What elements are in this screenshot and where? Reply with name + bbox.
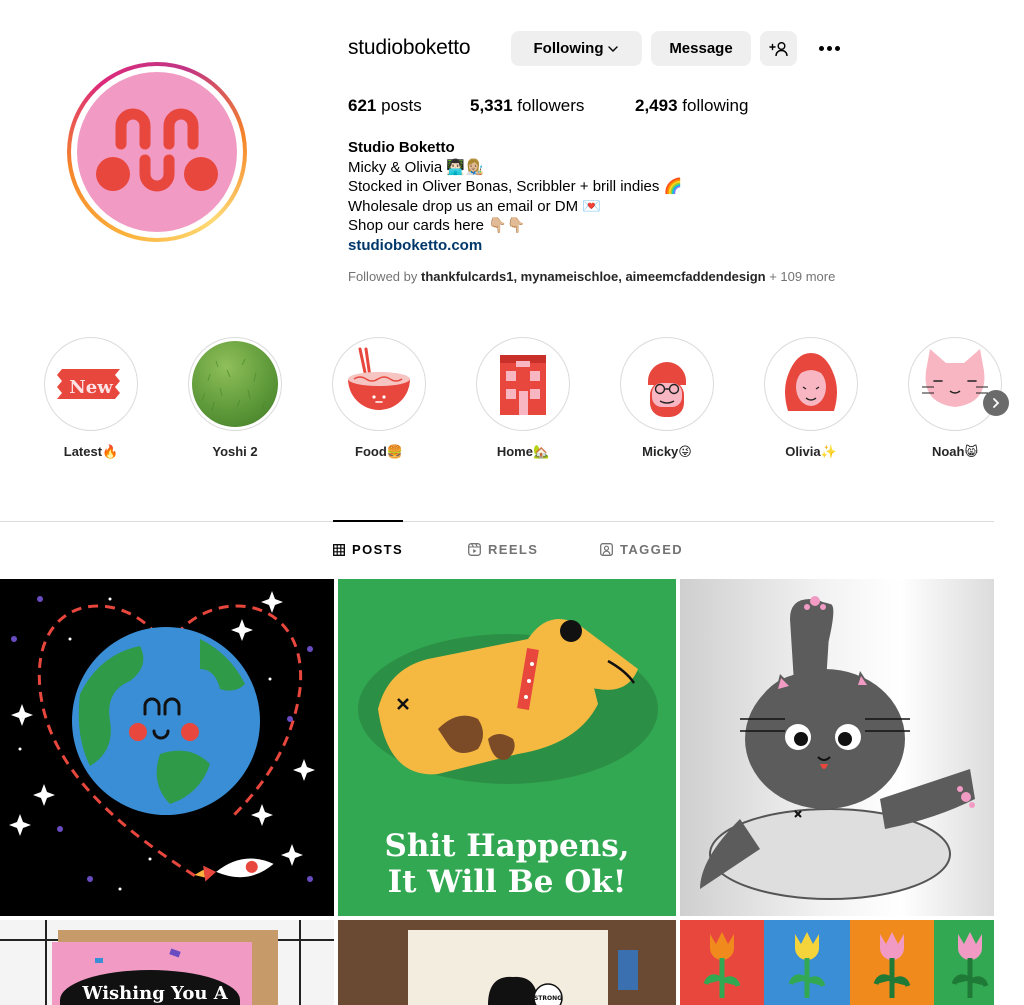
highlight-label: Latest🔥 <box>63 444 119 459</box>
house-image <box>500 355 546 415</box>
olivia-portrait-image <box>785 353 837 411</box>
more-icon-dot <box>826 45 832 51</box>
reels-icon <box>468 543 481 556</box>
highlight-latest[interactable]: New Latest🔥 <box>44 337 138 460</box>
tab-tagged[interactable]: TAGGED <box>600 542 683 557</box>
highlight-food[interactable]: Food🍔 <box>332 337 426 460</box>
more-options-button[interactable] <box>815 38 843 58</box>
grass-texture-image <box>201 358 266 412</box>
highlight-ring <box>188 337 282 431</box>
highlight-yoshi2[interactable]: Yoshi 2 <box>188 337 282 459</box>
followed-by-prefix: Followed by <box>348 269 421 284</box>
highlight-ring <box>620 337 714 431</box>
message-button[interactable]: Message <box>651 31 751 66</box>
highlight-ring <box>476 337 570 431</box>
followed-by-more: + 109 more <box>765 269 836 284</box>
grid-icon <box>333 543 345 556</box>
highlight-label: Micky😜 <box>642 444 692 459</box>
post-caption-line1: Shit Happens, <box>384 828 629 864</box>
card-photo: STRONG <box>408 930 638 1005</box>
tabs-divider <box>0 521 994 522</box>
boketto-face-logo <box>96 108 218 192</box>
bio-line: Micky & Olivia 👨🏻‍💻👩🏼‍🎨 <box>348 158 484 176</box>
avatar <box>77 72 237 232</box>
post-tulips[interactable] <box>680 920 994 1005</box>
message-button-label: Message <box>669 40 733 57</box>
profile-bio: Studio Boketto Micky & Olivia 👨🏻‍💻👩🏼‍🎨 S… <box>348 138 682 256</box>
following-count: 2,493 <box>635 96 678 115</box>
highlight-label: Home🏡 <box>496 444 550 459</box>
noah-cat-image <box>922 349 988 407</box>
highlight-cover <box>912 341 998 427</box>
profile-username: studioboketto <box>348 36 471 59</box>
highlight-cover <box>192 341 278 427</box>
dog-illustration: Shit Happens, It Will Be Ok! <box>358 619 658 900</box>
tagged-icon <box>600 543 613 556</box>
posts-count: 621 <box>348 96 377 115</box>
highlight-home[interactable]: Home🏡 <box>476 337 570 460</box>
followers-label: followers <box>517 96 585 115</box>
highlight-cover <box>480 341 566 427</box>
posts-stat: 621 posts <box>348 96 422 116</box>
highlight-cover <box>624 341 710 427</box>
following-button[interactable]: Following <box>511 31 642 66</box>
highlight-label: Noah😸 <box>931 444 979 459</box>
new-badge-image: New <box>57 369 120 399</box>
followers-count: 5,331 <box>470 96 513 115</box>
highlight-label: Food🍔 <box>355 444 403 459</box>
highlight-micky[interactable]: Micky😜 <box>620 337 714 460</box>
card-illustration: Wishing You A <box>0 920 334 1005</box>
micky-portrait-image <box>648 362 686 417</box>
tab-label: POSTS <box>352 542 404 557</box>
profile-avatar-ring[interactable] <box>67 62 247 242</box>
posts-label: posts <box>381 96 422 115</box>
following-button-label: Following <box>533 40 604 57</box>
highlight-ring: New <box>44 337 138 431</box>
add-person-icon <box>768 41 788 56</box>
ramen-bowl-image <box>348 347 410 410</box>
more-icon-dot <box>834 45 840 51</box>
following-stat-label: following <box>682 96 749 115</box>
bio-line: Wholesale drop us an email or DM 💌 <box>348 197 601 215</box>
tab-reels[interactable]: REELS <box>468 542 538 557</box>
following-stat[interactable]: 2,493 following <box>635 96 748 116</box>
tab-posts[interactable]: POSTS <box>333 542 403 557</box>
highlight-olivia[interactable]: Olivia✨ <box>764 337 858 460</box>
highlight-cover: New <box>48 341 134 427</box>
highlights-next-button[interactable] <box>983 390 1009 416</box>
highlight-cover <box>768 341 854 427</box>
cat-illustration <box>700 596 975 900</box>
post-earth-heart[interactable] <box>0 579 334 916</box>
bio-line: Stocked in Oliver Bonas, Scribbler + bri… <box>348 178 683 196</box>
active-tab-indicator <box>333 520 403 522</box>
more-icon <box>818 45 824 51</box>
chevron-right-icon <box>993 398 1000 408</box>
followed-by-names: thankfulcards1, mynameischloe, aimeemcfa… <box>420 269 766 284</box>
bio-name: Studio Boketto <box>348 139 455 156</box>
new-badge-text: New <box>69 377 113 398</box>
post-wishing-you[interactable]: Wishing You A <box>0 920 334 1005</box>
followers-stat[interactable]: 5,331 followers <box>470 96 584 116</box>
highlight-cover <box>336 341 422 427</box>
earth-illustration <box>9 591 315 891</box>
post-caption-line2: It Will Be Ok! <box>388 864 627 900</box>
post-badge-text: STRONG <box>534 995 562 1002</box>
tab-label: TAGGED <box>620 542 684 557</box>
post-grey-cat[interactable] <box>680 579 994 916</box>
bio-website-link[interactable]: studioboketto.com <box>348 236 682 256</box>
post-strong-card[interactable]: STRONG <box>338 920 676 1005</box>
highlight-ring <box>908 337 1002 431</box>
chevron-down-icon <box>608 45 619 52</box>
post-shit-happens[interactable]: Shit Happens, It Will Be Ok! <box>338 579 676 916</box>
post-caption: Wishing You A <box>81 983 228 1004</box>
suggested-users-button[interactable] <box>760 31 797 66</box>
tulips-illustration <box>680 920 994 1005</box>
tab-label: REELS <box>488 542 539 557</box>
highlight-ring <box>332 337 426 431</box>
highlight-label: Olivia✨ <box>785 444 837 459</box>
bio-line: Shop our cards here 👇🏼👇🏼 <box>348 217 526 235</box>
highlight-ring <box>764 337 858 431</box>
highlight-label: Yoshi 2 <box>212 444 258 459</box>
followed-by[interactable]: Followed by thankfulcards1, mynameischlo… <box>348 269 835 284</box>
